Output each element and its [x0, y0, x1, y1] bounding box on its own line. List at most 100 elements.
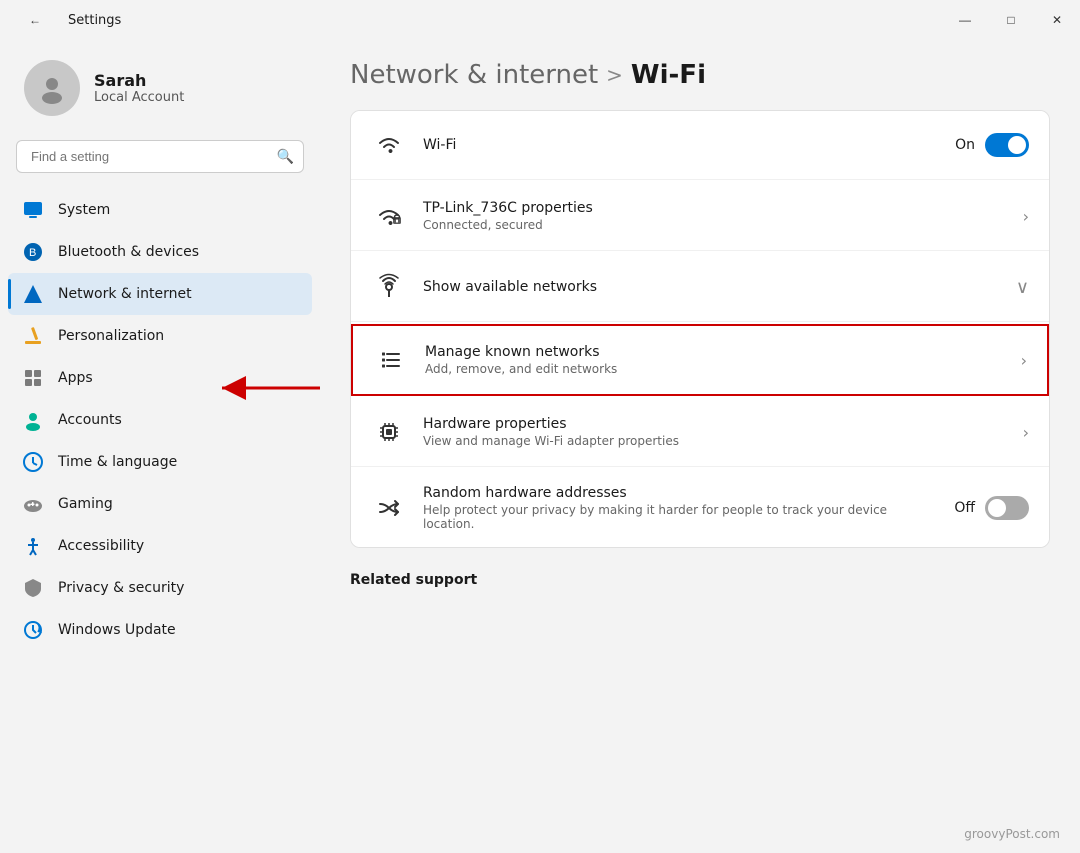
user-profile[interactable]: Sarah Local Account — [0, 40, 320, 136]
titlebar-title: Settings — [68, 13, 121, 28]
hardware-properties-chevron: › — [1023, 423, 1029, 442]
tp-link-title: TP-Link_736C properties — [423, 200, 1007, 216]
manage-networks-text: Manage known networks Add, remove, and e… — [425, 344, 1005, 376]
svg-text:B: B — [29, 247, 36, 259]
tp-link-card[interactable]: TP-Link_736C properties Connected, secur… — [351, 182, 1049, 251]
sidebar-label-accessibility: Accessibility — [58, 538, 144, 554]
random-hardware-toggle-label: Off — [954, 500, 975, 516]
tp-link-subtitle: Connected, secured — [423, 218, 1007, 232]
hardware-properties-card[interactable]: Hardware properties View and manage Wi-F… — [351, 398, 1049, 467]
random-hardware-title: Random hardware addresses — [423, 485, 938, 501]
random-hardware-text: Random hardware addresses Help protect y… — [423, 485, 938, 531]
random-hardware-toggle[interactable] — [985, 496, 1029, 520]
wifi-toggle-right: On — [955, 133, 1029, 157]
random-hardware-subtitle: Help protect your privacy by making it h… — [423, 503, 938, 531]
search-icon: 🔍 — [277, 149, 294, 165]
sidebar-label-windows-update: Windows Update — [58, 622, 176, 638]
tp-link-card-text: TP-Link_736C properties Connected, secur… — [423, 200, 1007, 232]
apps-icon — [22, 367, 44, 389]
sidebar-item-system[interactable]: System — [8, 189, 312, 231]
wifi-title: Wi-Fi — [423, 137, 939, 153]
hardware-properties-subtitle: View and manage Wi-Fi adapter properties — [423, 434, 1007, 448]
network-icon — [22, 283, 44, 305]
avatar — [24, 60, 80, 116]
manage-networks-title: Manage known networks — [425, 344, 1005, 360]
user-info: Sarah Local Account — [94, 71, 184, 105]
privacy-icon — [22, 577, 44, 599]
sidebar-item-network[interactable]: Network & internet — [8, 273, 312, 315]
sidebar-label-gaming: Gaming — [58, 496, 113, 512]
accounts-icon — [22, 409, 44, 431]
sidebar-item-windows-update[interactable]: Windows Update — [8, 609, 312, 651]
hardware-properties-right: › — [1023, 423, 1029, 442]
app-window: Sarah Local Account 🔍 System B Bluetooth… — [0, 40, 1080, 853]
sidebar-item-gaming[interactable]: Gaming — [8, 483, 312, 525]
user-name: Sarah — [94, 71, 184, 90]
nav-list: System B Bluetooth & devices Network & i… — [0, 189, 320, 651]
sidebar-item-accounts[interactable]: Accounts — [8, 399, 312, 441]
user-account-type: Local Account — [94, 90, 184, 105]
shuffle-icon — [371, 490, 407, 526]
accessibility-icon — [22, 535, 44, 557]
personalization-icon — [22, 325, 44, 347]
sidebar: Sarah Local Account 🔍 System B Bluetooth… — [0, 40, 320, 853]
breadcrumb-parent: Network & internet — [350, 60, 598, 90]
bluetooth-icon: B — [22, 241, 44, 263]
breadcrumb-separator: > — [606, 63, 623, 87]
gaming-icon — [22, 493, 44, 515]
sidebar-label-system: System — [58, 202, 110, 218]
hardware-properties-text: Hardware properties View and manage Wi-F… — [423, 416, 1007, 448]
related-support: Related support — [350, 572, 1050, 588]
back-button[interactable]: ← — [12, 0, 58, 40]
window-controls: — □ ✕ — [942, 0, 1080, 40]
list-icon — [373, 342, 409, 378]
content-area: Network & internet > Wi-Fi Wi-Fi — [320, 40, 1080, 853]
sidebar-label-bluetooth: Bluetooth & devices — [58, 244, 199, 260]
sidebar-label-time: Time & language — [58, 454, 177, 470]
sidebar-label-apps: Apps — [58, 370, 93, 386]
wifi-toggle-label: On — [955, 137, 975, 153]
time-icon — [22, 451, 44, 473]
search-input[interactable] — [16, 140, 304, 173]
random-hardware-right: Off — [954, 496, 1029, 520]
breadcrumb-current: Wi-Fi — [631, 60, 706, 90]
available-networks-card[interactable]: Show available networks ∨ — [351, 253, 1049, 322]
manage-networks-chevron: › — [1021, 351, 1027, 370]
system-icon — [22, 199, 44, 221]
sidebar-label-privacy: Privacy & security — [58, 580, 184, 596]
available-networks-chevron: ∨ — [1016, 277, 1029, 298]
wifi-toggle-switch[interactable] — [985, 133, 1029, 157]
chip-icon — [371, 414, 407, 450]
sidebar-item-time[interactable]: Time & language — [8, 441, 312, 483]
hardware-properties-title: Hardware properties — [423, 416, 1007, 432]
titlebar: ← Settings — □ ✕ — [0, 0, 1080, 40]
random-hardware-toggle-knob — [988, 499, 1006, 517]
search-box: 🔍 — [16, 140, 304, 173]
sidebar-item-apps[interactable]: Apps — [8, 357, 312, 399]
wifi-toggle-knob — [1008, 136, 1026, 154]
breadcrumb: Network & internet > Wi-Fi — [350, 60, 1050, 90]
manage-networks-card[interactable]: Manage known networks Add, remove, and e… — [351, 324, 1049, 396]
sidebar-label-personalization: Personalization — [58, 328, 164, 344]
watermark: groovyPost.com — [964, 827, 1060, 841]
tp-link-chevron: › — [1023, 207, 1029, 226]
sidebar-item-personalization[interactable]: Personalization — [8, 315, 312, 357]
random-hardware-card[interactable]: Random hardware addresses Help protect y… — [351, 469, 1049, 547]
sidebar-label-accounts: Accounts — [58, 412, 122, 428]
available-networks-text: Show available networks — [423, 279, 1000, 295]
maximize-button[interactable]: □ — [988, 0, 1034, 40]
wifi-toggle-card[interactable]: Wi-Fi On — [351, 111, 1049, 180]
minimize-button[interactable]: — — [942, 0, 988, 40]
manage-networks-subtitle: Add, remove, and edit networks — [425, 362, 1005, 376]
close-button[interactable]: ✕ — [1034, 0, 1080, 40]
sidebar-item-privacy[interactable]: Privacy & security — [8, 567, 312, 609]
manage-networks-right: › — [1021, 351, 1027, 370]
sidebar-item-bluetooth[interactable]: B Bluetooth & devices — [8, 231, 312, 273]
available-networks-title: Show available networks — [423, 279, 1000, 295]
sidebar-label-network: Network & internet — [58, 286, 192, 302]
wifi-locked-icon — [371, 198, 407, 234]
sidebar-item-accessibility[interactable]: Accessibility — [8, 525, 312, 567]
wifi-card-text: Wi-Fi — [423, 137, 939, 153]
available-networks-right: ∨ — [1016, 277, 1029, 298]
antenna-icon — [371, 269, 407, 305]
